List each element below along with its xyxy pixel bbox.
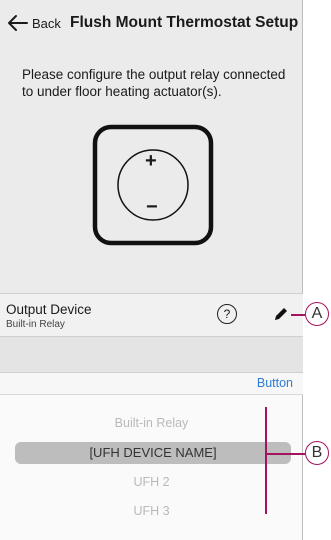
callout-b-line [265, 453, 305, 455]
callout-b-marker: B [305, 441, 329, 465]
help-button[interactable]: ? [217, 304, 237, 324]
picker-option[interactable]: Built-in Relay [0, 416, 303, 430]
output-device-label: Output Device [6, 302, 92, 317]
output-device-row[interactable]: Output Device Built-in Relay ? [0, 293, 303, 337]
toolbar-button[interactable]: Button [257, 376, 293, 390]
callout-a-line [291, 314, 305, 316]
instruction-text: Please configure the output relay connec… [22, 67, 286, 99]
plus-symbol: + [145, 150, 157, 172]
callout-a-marker: A [305, 302, 329, 326]
pencil-edit-icon[interactable] [272, 305, 290, 323]
header: Back Flush Mount Thermostat Setup [0, 0, 303, 46]
phone-screen: Back Flush Mount Thermostat Setup Please… [0, 0, 303, 540]
picker-toolbar: Button [0, 373, 303, 395]
callout-b-bracket [265, 407, 267, 514]
picker-selected-option[interactable]: [UFH DEVICE NAME] [15, 442, 291, 464]
picker-option[interactable]: UFH 3 [0, 504, 303, 518]
spacer-band [0, 337, 303, 373]
picker-option[interactable]: UFH 2 [0, 475, 303, 489]
thermostat-illustration: + − [92, 124, 214, 246]
minus-symbol: − [146, 196, 158, 218]
back-button[interactable]: Back [32, 16, 61, 31]
page-title: Flush Mount Thermostat Setup [70, 14, 299, 31]
output-device-value: Built-in Relay [6, 319, 65, 330]
back-arrow-icon[interactable] [6, 14, 28, 32]
